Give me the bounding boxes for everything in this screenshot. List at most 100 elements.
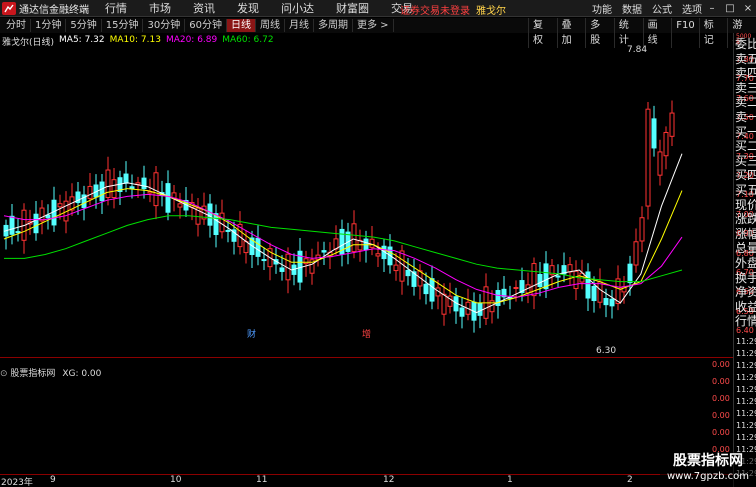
menu-item-market[interactable]: 行情 (105, 0, 127, 16)
date-label: 2023年 (1, 478, 33, 487)
candle-body (645, 108, 651, 207)
candle-body (513, 287, 519, 290)
side-time-item: 11:29 (736, 337, 756, 346)
candle-body (543, 263, 549, 290)
side-panel-item: 卖三 (735, 80, 756, 95)
tool-multi-stock[interactable]: 多股 (585, 18, 614, 48)
tab-5min[interactable]: 5分钟 (66, 19, 102, 32)
login-notice[interactable]: 证券交易未登录 雅戈尔 (400, 2, 506, 17)
quote-side-panel: 委比 卖五 卖四 卖三 卖二 卖一 买一 买二 买三 买四 买五 现价 涨跌 涨幅 总量 外盘 换手 净资 收益 行情 (735, 37, 756, 329)
candle-body (99, 181, 105, 202)
tab-daily[interactable]: 日线 (226, 19, 256, 32)
candle-body (459, 307, 465, 317)
candle-body (555, 275, 561, 278)
candle-body (363, 238, 369, 250)
candle-body (225, 229, 231, 232)
lower-indicator-icon[interactable]: ⊙ (0, 369, 8, 379)
ma-info-line: 雅戈尔(日线) MA5: 7.32 MA10: 7.13 MA20: 6.89 … (2, 35, 279, 48)
side-panel-item: 卖五 (735, 51, 756, 66)
tab-monthly[interactable]: 月线 (285, 19, 314, 32)
menu-item-discover[interactable]: 发现 (237, 0, 259, 16)
candle-body (585, 271, 591, 299)
candle-body (567, 264, 573, 273)
side-panel-item: 买二 (735, 139, 756, 154)
site-watermark: 股票指标网 www.7gpzb.com (660, 452, 756, 487)
title-bar: 通达信金融终端 行情 市场 资讯 发现 问小达 财富圈 交易 证券交易未登录 雅戈… (0, 0, 756, 17)
candle-body (591, 285, 597, 302)
tab-1min[interactable]: 1分钟 (31, 19, 67, 32)
lower-axis-tick: 0.00 (712, 360, 730, 369)
candle-body (369, 238, 375, 248)
side-panel-item: 卖一 (735, 109, 756, 124)
date-label: 1 (507, 475, 513, 485)
menu-item-wealth[interactable]: 财富圈 (336, 0, 369, 16)
tab-weekly[interactable]: 周线 (256, 19, 285, 32)
tab-60min[interactable]: 60分钟 (185, 19, 227, 32)
tab-timeshare[interactable]: 分时 (2, 19, 31, 32)
candle-body (657, 151, 663, 176)
candle-body (375, 253, 381, 257)
tool-f10[interactable]: F10 (671, 18, 698, 48)
main-menu: 行情 市场 资讯 发现 问小达 财富圈 交易 (105, 0, 435, 16)
menu-item-assistant[interactable]: 问小达 (281, 0, 314, 16)
side-panel-item: 行情 (735, 314, 756, 329)
chart-tools: 复权 叠加 多股 统计 画线 F10 标记 游客 (528, 18, 756, 48)
minimize-icon[interactable]: – (704, 3, 720, 14)
candle-body (129, 186, 135, 190)
side-panel-item: 买五 (735, 182, 756, 197)
maximize-icon[interactable]: □ (722, 3, 738, 14)
side-panel-item: 卖二 (735, 95, 756, 110)
lower-indicator-name: 股票指标网 (10, 369, 56, 379)
side-panel-item: 买一 (735, 124, 756, 139)
tab-more[interactable]: 更多 > (353, 19, 394, 32)
candle-body (111, 179, 117, 199)
candle-body (441, 293, 447, 315)
candle-body (153, 172, 159, 207)
menu-options[interactable]: 选项 (682, 1, 702, 16)
date-axis: 2023年 9 10 11 12 1 2 (0, 474, 733, 487)
close-icon[interactable]: × (740, 3, 756, 14)
tab-30min[interactable]: 30分钟 (143, 19, 186, 32)
menu-data[interactable]: 数据 (622, 1, 642, 16)
side-panel-item: 总量 (735, 241, 756, 256)
date-label: 9 (50, 475, 56, 485)
candle-body (141, 177, 147, 190)
side-panel-item: 收益 (735, 299, 756, 314)
tab-multi-period[interactable]: 多周期 (314, 19, 353, 32)
candle-body (87, 185, 93, 199)
side-panel-item: 卖四 (735, 66, 756, 81)
candle-body (393, 264, 399, 272)
menu-function[interactable]: 功能 (592, 1, 612, 16)
ma10-value: MA10: 7.13 (109, 35, 161, 45)
lower-indicator-xg: XG: 0.00 (62, 369, 102, 379)
ma60-value: MA60: 6.72 (222, 35, 274, 45)
candle-body (9, 215, 15, 235)
candle-body (39, 207, 45, 222)
tool-adjust[interactable]: 复权 (528, 18, 557, 48)
menu-item-exchange[interactable]: 市场 (149, 0, 171, 16)
app-name: 通达信金融终端 (19, 4, 89, 16)
kline-chart[interactable] (0, 47, 733, 340)
side-panel-item: 换手 (735, 270, 756, 285)
period-tabs: 分时 1分钟 5分钟 15分钟 30分钟 60分钟 日线 周线 月线 多周期 更… (0, 19, 394, 32)
candle-body (537, 273, 543, 287)
high-price-label: 7.84 (627, 45, 648, 55)
tool-mark[interactable]: 标记 (698, 18, 728, 48)
lower-axis-tick: 0.00 (712, 394, 730, 403)
menu-item-news[interactable]: 资讯 (193, 0, 215, 16)
tool-overlay[interactable]: 叠加 (556, 18, 586, 48)
event-marker-1[interactable]: 财 (247, 327, 256, 340)
side-time-item: 11:29 (736, 385, 756, 394)
tab-15min[interactable]: 15分钟 (102, 19, 144, 32)
candle-body (405, 269, 411, 277)
event-marker-2[interactable]: 增 (362, 327, 371, 340)
date-label: 2 (627, 475, 633, 485)
menu-formula[interactable]: 公式 (652, 1, 672, 16)
tool-draw-line[interactable]: 画线 (642, 18, 672, 48)
tool-statistics[interactable]: 统计 (613, 18, 643, 48)
candle-body (651, 118, 657, 149)
date-label: 10 (170, 475, 182, 485)
current-stock-name: 雅戈尔 (476, 6, 506, 17)
period-toolbar: 分时 1分钟 5分钟 15分钟 30分钟 60分钟 日线 周线 月线 多周期 更… (0, 18, 756, 48)
side-time-item: 11:29 (736, 421, 756, 430)
